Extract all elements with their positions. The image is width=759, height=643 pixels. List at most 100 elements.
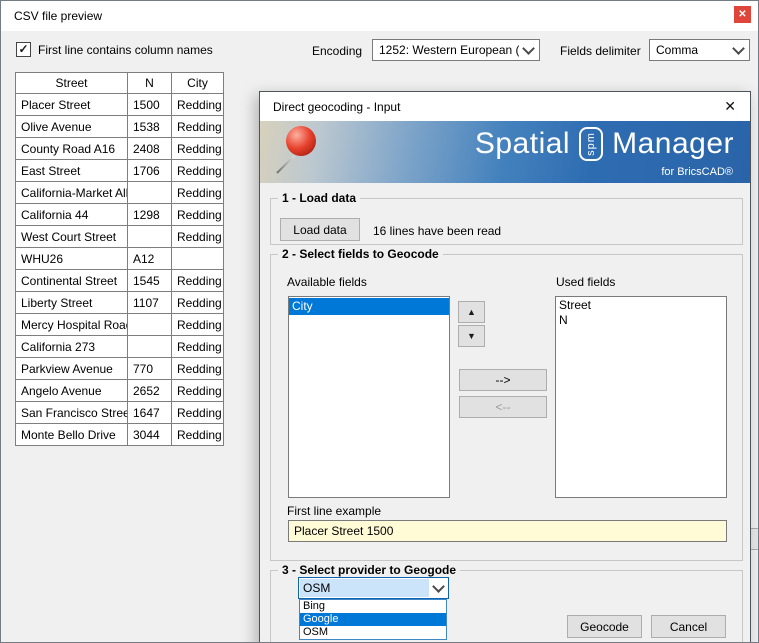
cell-street: WHU26	[16, 248, 128, 270]
close-icon: ✕	[724, 98, 736, 114]
table-row[interactable]: West Court Street Redding	[16, 226, 224, 248]
chevron-down-icon	[432, 580, 445, 593]
provider-option-google[interactable]: Google	[300, 613, 446, 626]
cell-city: Redding	[172, 182, 224, 204]
cell-street: West Court Street	[16, 226, 128, 248]
list-item[interactable]: N	[556, 313, 726, 328]
remove-field-button[interactable]: <--	[459, 396, 547, 418]
table-row[interactable]: East Street 1706 Redding	[16, 160, 224, 182]
available-fields-listbox[interactable]: City	[288, 296, 450, 498]
cell-city: Redding	[172, 160, 224, 182]
cell-city: Redding	[172, 314, 224, 336]
cell-n: 1107	[128, 292, 172, 314]
brand-word-manager: Manager	[612, 127, 734, 162]
cell-street: California 273	[16, 336, 128, 358]
table-row[interactable]: WHU26 A12	[16, 248, 224, 270]
move-up-button[interactable]: ▲	[458, 301, 485, 323]
spm-logo-text: spm	[585, 132, 597, 156]
table-row[interactable]: Monte Bello Drive 3044 Redding	[16, 424, 224, 446]
chevron-down-icon	[522, 42, 535, 55]
csv-dialog-title: CSV file preview	[14, 9, 102, 23]
encoding-value: 1252: Western European (Wir	[379, 43, 519, 57]
cell-street: Mercy Hospital Road	[16, 314, 128, 336]
load-data-button[interactable]: Load data	[280, 218, 360, 241]
fields-delimiter-value: Comma	[656, 43, 729, 57]
cell-city: Redding	[172, 424, 224, 446]
csv-dialog-titlebar[interactable]: CSV file preview	[1, 1, 758, 31]
cell-city: Redding	[172, 336, 224, 358]
section-select-provider-title: 3 - Select provider to Geogode	[278, 563, 460, 577]
table-row[interactable]: County Road A16 2408 Redding	[16, 138, 224, 160]
encoding-combobox[interactable]: 1252: Western European (Wir	[372, 39, 540, 61]
first-line-example-label: First line example	[287, 504, 381, 518]
list-item[interactable]: Street	[556, 298, 726, 313]
cell-city: Redding	[172, 380, 224, 402]
geocode-button[interactable]: Geocode	[567, 615, 642, 638]
cell-street: California 44	[16, 204, 128, 226]
table-row[interactable]: Placer Street 1500 Redding	[16, 94, 224, 116]
provider-option-osm[interactable]: OSM	[300, 626, 446, 639]
cell-street: Olive Avenue	[16, 116, 128, 138]
table-row[interactable]: Liberty Street 1107 Redding	[16, 292, 224, 314]
first-line-example-input[interactable]	[288, 520, 727, 542]
cell-n: A12	[128, 248, 172, 270]
table-row[interactable]: Parkview Avenue 770 Redding	[16, 358, 224, 380]
cell-city: Redding	[172, 94, 224, 116]
pushpin-icon	[276, 124, 326, 180]
cell-city: Redding	[172, 138, 224, 160]
table-row[interactable]: Olive Avenue 1538 Redding	[16, 116, 224, 138]
move-down-button[interactable]: ▼	[458, 325, 485, 347]
section-select-fields: 2 - Select fields to Geocode Available f…	[270, 254, 743, 561]
cell-n: 2652	[128, 380, 172, 402]
used-fields-listbox[interactable]: Street N	[555, 296, 727, 498]
brand-word-spatial: Spatial	[475, 127, 570, 162]
first-line-checkbox-row: ✓ First line contains column names	[16, 42, 213, 57]
list-item[interactable]: City	[289, 298, 449, 315]
cell-n: 1538	[128, 116, 172, 138]
cell-city: Redding	[172, 204, 224, 226]
cell-city: Redding	[172, 226, 224, 248]
csv-preview-table: Street N City Placer Street 1500 Redding…	[15, 72, 224, 446]
table-row[interactable]: California 44 1298 Redding	[16, 204, 224, 226]
cell-street: County Road A16	[16, 138, 128, 160]
spatial-manager-banner: Spatial spm Manager for BricsCAD®	[260, 121, 750, 183]
cell-city: Redding	[172, 402, 224, 424]
cell-city: Redding	[172, 116, 224, 138]
cell-n: 3044	[128, 424, 172, 446]
provider-dropdown-list: Bing Google OSM	[299, 599, 447, 640]
used-fields-label: Used fields	[556, 275, 615, 289]
table-row[interactable]: San Francisco Street 1647 Redding	[16, 402, 224, 424]
geocoding-dialog-title: Direct geocoding - Input	[273, 100, 400, 114]
table-row[interactable]: Mercy Hospital Road Redding	[16, 314, 224, 336]
check-icon: ✓	[18, 43, 28, 55]
cell-n: 2408	[128, 138, 172, 160]
provider-combobox[interactable]: OSM	[298, 577, 449, 599]
brand-logo: Spatial spm Manager	[475, 127, 734, 162]
cancel-button[interactable]: Cancel	[651, 615, 726, 638]
cell-street: East Street	[16, 160, 128, 182]
table-row[interactable]: California-Market Alley Redding	[16, 182, 224, 204]
spm-logo-icon: spm	[579, 127, 603, 161]
first-line-checkbox[interactable]: ✓	[16, 42, 31, 57]
provider-option-bing[interactable]: Bing	[300, 600, 446, 613]
section-select-fields-title: 2 - Select fields to Geocode	[278, 247, 443, 261]
cell-city	[172, 248, 224, 270]
first-line-checkbox-label[interactable]: First line contains column names	[38, 43, 213, 57]
table-row[interactable]: Continental Street 1545 Redding	[16, 270, 224, 292]
cell-street: Liberty Street	[16, 292, 128, 314]
geocoding-dialog-titlebar[interactable]: Direct geocoding - Input	[260, 92, 750, 121]
table-row[interactable]: Angelo Avenue 2652 Redding	[16, 380, 224, 402]
column-header-street: Street	[16, 73, 128, 94]
down-arrow-icon: ▼	[467, 331, 476, 341]
brand-subtitle: for BricsCAD®	[661, 166, 733, 178]
cell-n: 1545	[128, 270, 172, 292]
cell-n: 1706	[128, 160, 172, 182]
add-field-button[interactable]: -->	[459, 369, 547, 391]
csv-close-button[interactable]: ✕	[734, 6, 751, 23]
column-header-n: N	[128, 73, 172, 94]
cell-street: Angelo Avenue	[16, 380, 128, 402]
cell-street: Continental Street	[16, 270, 128, 292]
geocoding-close-button[interactable]: ✕	[724, 99, 736, 113]
fields-delimiter-combobox[interactable]: Comma	[649, 39, 750, 61]
table-row[interactable]: California 273 Redding	[16, 336, 224, 358]
